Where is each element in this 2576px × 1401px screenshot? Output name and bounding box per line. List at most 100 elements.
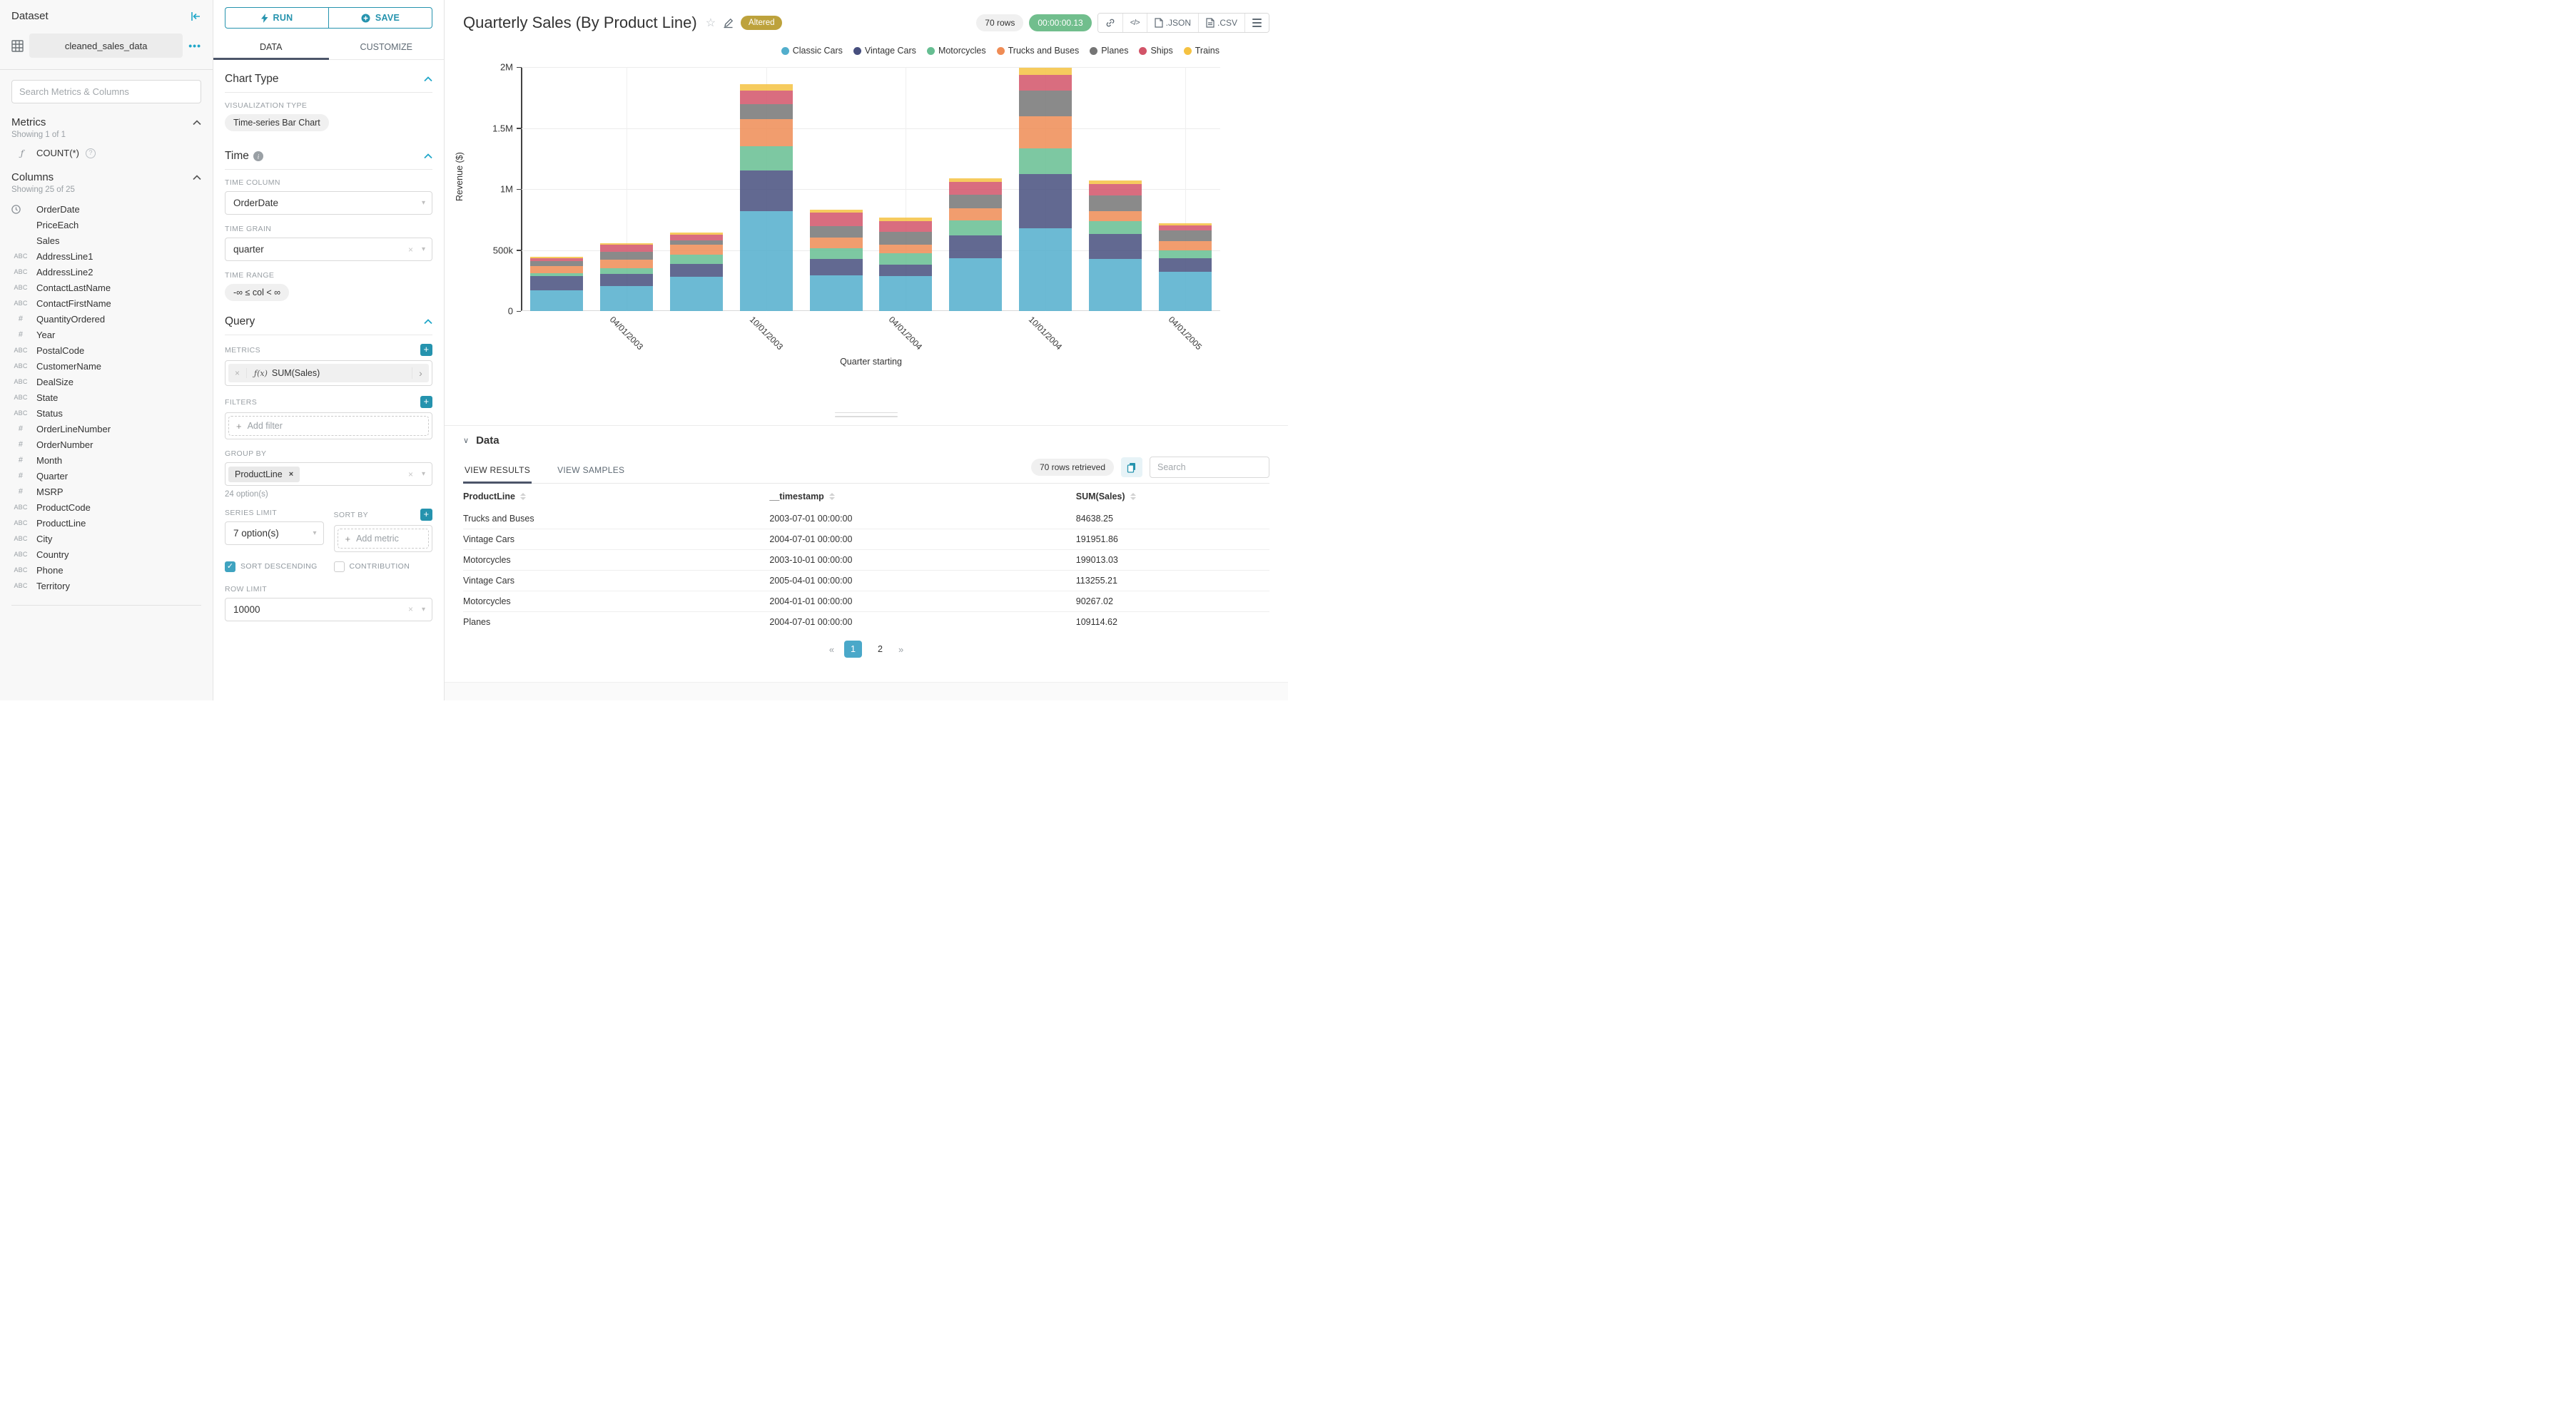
bar-segment-vintage-cars[interactable]: [879, 265, 933, 277]
column-list-item[interactable]: # Quarter: [11, 468, 201, 484]
bar-segment-planes[interactable]: [739, 103, 793, 119]
legend-item[interactable]: Trucks and Buses: [996, 46, 1079, 56]
run-button[interactable]: RUN: [225, 7, 328, 29]
column-list-item[interactable]: # Year: [11, 327, 201, 342]
legend-item[interactable]: Vintage Cars: [853, 46, 916, 56]
legend-item[interactable]: Classic Cars: [781, 46, 843, 56]
tab-view-samples[interactable]: VIEW SAMPLES: [556, 459, 626, 483]
column-list-item[interactable]: Sales: [11, 233, 201, 248]
groupby-chip[interactable]: ProductLine ×: [228, 466, 300, 482]
bar-segment-trucks-and-buses[interactable]: [949, 208, 1003, 221]
add-filter-dropzone[interactable]: + Add filter: [228, 416, 429, 436]
bar-segment-motorcycles[interactable]: [949, 220, 1003, 235]
copy-data-button[interactable]: [1121, 457, 1142, 477]
bar-segment-classic-cars[interactable]: [529, 290, 583, 311]
bar-segment-ships[interactable]: [1019, 74, 1073, 91]
column-list-item[interactable]: # MSRP: [11, 484, 201, 499]
bar-segment-motorcycles[interactable]: [739, 146, 793, 171]
metric-item[interactable]: ƒ COUNT(*) ?: [11, 148, 201, 158]
bar-04/01/2003[interactable]: [599, 243, 653, 311]
viz-type-pill[interactable]: Time-series Bar Chart: [225, 114, 329, 131]
bar-segment-vintage-cars[interactable]: [739, 170, 793, 211]
column-list-item[interactable]: ABC AddressLine2: [11, 264, 201, 280]
add-sort-metric-dropzone[interactable]: + Add metric: [337, 529, 429, 549]
column-list-item[interactable]: ABC Country: [11, 546, 201, 562]
column-list-item[interactable]: ABC Status: [11, 405, 201, 421]
bar-segment-ships[interactable]: [1089, 184, 1142, 196]
favorite-star-icon[interactable]: ☆: [706, 16, 716, 30]
bar-segment-ships[interactable]: [739, 91, 793, 104]
table-search-input[interactable]: [1150, 457, 1269, 478]
add-sort-metric-button[interactable]: +: [420, 509, 432, 521]
bar-segment-classic-cars[interactable]: [949, 258, 1003, 311]
bar-segment-classic-cars[interactable]: [739, 210, 793, 311]
metrics-collapse-icon[interactable]: [193, 119, 201, 126]
columns-collapse-icon[interactable]: [193, 174, 201, 180]
bar-segment-ships[interactable]: [809, 213, 863, 227]
table-row[interactable]: Motorcycles 2003-10-01 00:00:00 199013.03: [463, 549, 1269, 570]
bar-segment-motorcycles[interactable]: [809, 248, 863, 260]
bar-segment-classic-cars[interactable]: [1019, 228, 1073, 311]
legend-item[interactable]: Planes: [1090, 46, 1128, 56]
export-json-button[interactable]: .JSON: [1146, 14, 1198, 32]
table-row[interactable]: Planes 2004-07-01 00:00:00 109114.62: [463, 611, 1269, 632]
bar-segment-trains[interactable]: [529, 256, 583, 258]
bar-segment-planes[interactable]: [1089, 195, 1142, 211]
altered-badge[interactable]: Altered: [741, 16, 783, 30]
bar-segment-vintage-cars[interactable]: [949, 235, 1003, 259]
bar-10/01/2003[interactable]: [739, 84, 793, 311]
column-list-item[interactable]: ABC ContactFirstName: [11, 295, 201, 311]
column-header-__timestamp[interactable]: __timestamp: [769, 491, 1075, 501]
bar-segment-classic-cars[interactable]: [669, 276, 723, 311]
column-list-item[interactable]: # QuantityOrdered: [11, 311, 201, 327]
column-list-item[interactable]: ABC DealSize: [11, 374, 201, 389]
time-range-pill[interactable]: -∞ ≤ col < ∞: [225, 284, 290, 301]
prev-page-button[interactable]: «: [829, 644, 834, 655]
bar-segment-trains[interactable]: [1159, 223, 1212, 225]
add-filter-button[interactable]: +: [420, 396, 432, 408]
column-header-ProductLine[interactable]: ProductLine: [463, 491, 769, 501]
clear-icon[interactable]: ×: [408, 604, 413, 614]
bar-segment-trucks-and-buses[interactable]: [1089, 210, 1142, 222]
chart-canvas[interactable]: Classic Cars Vintage Cars Motorcycles Truck…: [445, 37, 1288, 404]
bar-segment-ships[interactable]: [949, 182, 1003, 195]
bar-segment-trucks-and-buses[interactable]: [1019, 116, 1073, 148]
bar-01/01/2004[interactable]: [809, 209, 863, 311]
bar-segment-classic-cars[interactable]: [879, 276, 933, 311]
column-list-item[interactable]: # Month: [11, 452, 201, 468]
bar-segment-planes[interactable]: [1159, 230, 1212, 241]
legend-item[interactable]: Motorcycles: [926, 46, 986, 56]
bar-segment-trucks-and-buses[interactable]: [879, 244, 933, 253]
bar-segment-vintage-cars[interactable]: [1159, 258, 1212, 272]
dataset-name[interactable]: cleaned_sales_data: [29, 34, 183, 58]
bar-segment-motorcycles[interactable]: [599, 268, 653, 275]
sort-descending-checkbox[interactable]: ✓: [225, 561, 235, 572]
bar-segment-classic-cars[interactable]: [1159, 272, 1212, 311]
column-list-item[interactable]: # OrderLineNumber: [11, 421, 201, 437]
bar-segment-motorcycles[interactable]: [529, 272, 583, 277]
search-input[interactable]: [11, 80, 201, 103]
copy-link-button[interactable]: [1097, 14, 1122, 32]
chevron-up-icon[interactable]: [424, 76, 432, 82]
column-list-item[interactable]: # OrderNumber: [11, 437, 201, 452]
chevron-up-icon[interactable]: [424, 153, 432, 159]
bar-segment-planes[interactable]: [599, 251, 653, 260]
bar-segment-planes[interactable]: [879, 231, 933, 245]
table-row[interactable]: Trucks and Buses 2003-07-01 00:00:00 84638…: [463, 508, 1269, 529]
bar-01/01/2005[interactable]: [1089, 180, 1142, 311]
sort-icon[interactable]: [1130, 493, 1136, 500]
remove-metric-icon[interactable]: ×: [228, 368, 247, 378]
column-list-item[interactable]: PriceEach: [11, 217, 201, 233]
column-list-item[interactable]: ABC ProductCode: [11, 499, 201, 515]
bar-segment-ships[interactable]: [879, 220, 933, 232]
bar-segment-planes[interactable]: [1019, 91, 1073, 117]
bar-segment-classic-cars[interactable]: [599, 285, 653, 311]
bar-10/01/2004[interactable]: [1019, 67, 1073, 311]
column-list-item[interactable]: ABC Territory: [11, 578, 201, 593]
add-metric-button[interactable]: +: [420, 344, 432, 356]
bar-04/01/2005[interactable]: [1159, 223, 1212, 311]
bar-segment-ships[interactable]: [1159, 225, 1212, 231]
legend-item[interactable]: Trains: [1183, 46, 1219, 56]
table-row[interactable]: Vintage Cars 2005-04-01 00:00:00 113255.21: [463, 570, 1269, 591]
bar-segment-motorcycles[interactable]: [879, 253, 933, 265]
